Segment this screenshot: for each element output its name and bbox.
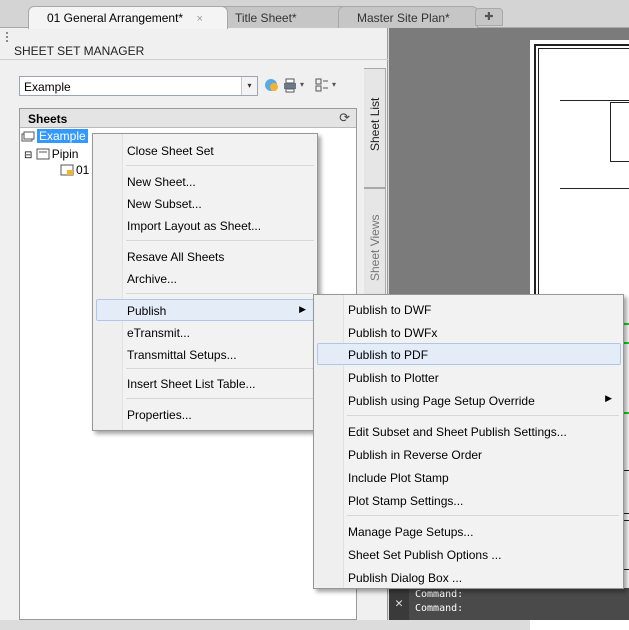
palette-grip[interactable] <box>6 32 10 42</box>
menu-separator <box>126 398 314 399</box>
plus-icon: ✚ <box>484 11 494 23</box>
drawing-block <box>610 102 629 162</box>
menu-item-archive[interactable]: Archive... <box>96 267 314 289</box>
command-history-line: Command: <box>415 589 464 600</box>
drawing-line <box>560 100 629 101</box>
menu-item-publish-to-dwf[interactable]: Publish to DWF <box>317 298 620 320</box>
menu-item-manage-page-setups[interactable]: Manage Page Setups... <box>317 520 620 542</box>
sheet-set-tree-icon <box>21 130 35 142</box>
tab-master-site-plan[interactable]: Master Site Plan* <box>338 6 478 28</box>
sheet-set-icon[interactable] <box>262 76 282 96</box>
menu-item-publish-reverse-order[interactable]: Publish in Reverse Order <box>317 443 620 465</box>
menu-item-properties[interactable]: Properties... <box>96 403 314 425</box>
menu-item-publish[interactable]: Publish ▶ <box>96 299 315 321</box>
menu-separator <box>126 368 314 369</box>
tree-item-sheet[interactable]: 01 <box>60 163 89 179</box>
menu-item-label: Publish <box>127 304 167 318</box>
command-history-line: Command: <box>415 603 464 614</box>
tab-general-arrangement[interactable]: 01 General Arrangement* × <box>28 6 228 29</box>
menu-separator <box>126 165 314 166</box>
publish-dropdown-chevron-icon[interactable]: ▾ <box>300 80 304 89</box>
close-tab-icon[interactable]: × <box>196 13 202 25</box>
sheets-header-label: Sheets <box>28 112 68 126</box>
tab-label: Title Sheet* <box>235 11 297 25</box>
menu-item-include-plot-stamp[interactable]: Include Plot Stamp <box>317 466 620 488</box>
menu-item-publish-to-dwfx[interactable]: Publish to DWFx <box>317 321 620 343</box>
menu-separator <box>126 293 314 294</box>
sheets-header: Sheets ⟳ <box>20 109 356 128</box>
menu-item-publish-dialog-box[interactable]: Publish Dialog Box ... <box>317 566 620 588</box>
menu-item-edit-publish-settings[interactable]: Edit Subset and Sheet Publish Settings..… <box>317 420 620 442</box>
publish-icon[interactable] <box>280 76 300 96</box>
menu-item-publish-page-setup-override[interactable]: Publish using Page Setup Override ▶ <box>317 389 620 411</box>
command-line[interactable]: ✕ Command: Command: <box>389 588 629 620</box>
menu-item-new-sheet[interactable]: New Sheet... <box>96 170 314 192</box>
menu-separator <box>347 515 619 516</box>
tree-item-label: Pipin <box>51 147 79 161</box>
menu-item-etransmit[interactable]: eTransmit... <box>96 321 314 343</box>
side-tab-label: Sheet List <box>368 97 382 151</box>
chevron-down-icon[interactable]: ▾ <box>241 77 257 95</box>
menu-item-publish-to-pdf[interactable]: Publish to PDF <box>317 343 621 365</box>
submenu-arrow-icon: ▶ <box>299 304 306 314</box>
drawing-line <box>560 188 629 189</box>
menu-item-new-subset[interactable]: New Subset... <box>96 192 314 214</box>
view-options-icon[interactable] <box>312 76 332 96</box>
menu-item-plot-stamp-settings[interactable]: Plot Stamp Settings... <box>317 489 620 511</box>
palette-title: SHEET SET MANAGER <box>0 42 388 60</box>
refresh-icon[interactable]: ⟳ <box>339 110 350 126</box>
menu-item-close-sheet-set[interactable]: Close Sheet Set <box>96 139 314 161</box>
sheet-set-context-menu: Close Sheet Set New Sheet... New Subset.… <box>92 133 318 431</box>
document-tab-bar: Title Sheet* Master Site Plan* 01 Genera… <box>0 0 629 29</box>
tab-label: Master Site Plan* <box>357 11 450 25</box>
menu-item-publish-to-plotter[interactable]: Publish to Plotter <box>317 366 620 388</box>
tab-label: 01 General Arrangement* <box>47 11 184 25</box>
menu-separator <box>347 415 619 416</box>
close-icon[interactable]: ✕ <box>389 588 409 620</box>
side-tab-sheet-views[interactable]: Sheet Views <box>364 188 386 308</box>
menu-item-transmittal-setups[interactable]: Transmittal Setups... <box>96 343 314 365</box>
subset-tree-icon <box>36 148 50 160</box>
menu-item-insert-sheet-list-table[interactable]: Insert Sheet List Table... <box>96 372 314 394</box>
expand-collapse-icon[interactable]: ⊟ <box>24 150 32 161</box>
menu-item-label: Publish using Page Setup Override <box>348 394 535 408</box>
menu-item-import-layout[interactable]: Import Layout as Sheet... <box>96 214 314 236</box>
new-tab-button[interactable]: ✚ <box>475 8 503 26</box>
side-tab-label: Sheet Views <box>368 214 382 282</box>
tab-title-sheet[interactable]: Title Sheet* <box>216 6 351 28</box>
menu-item-resave-all-sheets[interactable]: Resave All Sheets <box>96 245 314 267</box>
publish-submenu: Publish to DWF Publish to DWFx Publish t… <box>313 294 624 589</box>
menu-item-sheet-set-publish-options[interactable]: Sheet Set Publish Options ... <box>317 543 620 565</box>
tree-item-label: 01 <box>76 163 90 177</box>
tree-item-label: Example <box>37 129 88 143</box>
view-options-chevron-icon[interactable]: ▾ <box>332 80 336 89</box>
sheet-tree-icon <box>60 164 74 176</box>
sheet-set-selector[interactable]: Example ▾ <box>19 76 258 96</box>
submenu-arrow-icon: ▶ <box>605 393 612 403</box>
side-tab-sheet-list[interactable]: Sheet List <box>364 68 386 188</box>
tree-item-subset[interactable]: ⊟ Pipin <box>24 147 78 163</box>
menu-separator <box>126 240 314 241</box>
sheet-set-selector-value: Example <box>24 80 71 94</box>
tree-item-sheet-set[interactable]: Example <box>21 129 88 145</box>
